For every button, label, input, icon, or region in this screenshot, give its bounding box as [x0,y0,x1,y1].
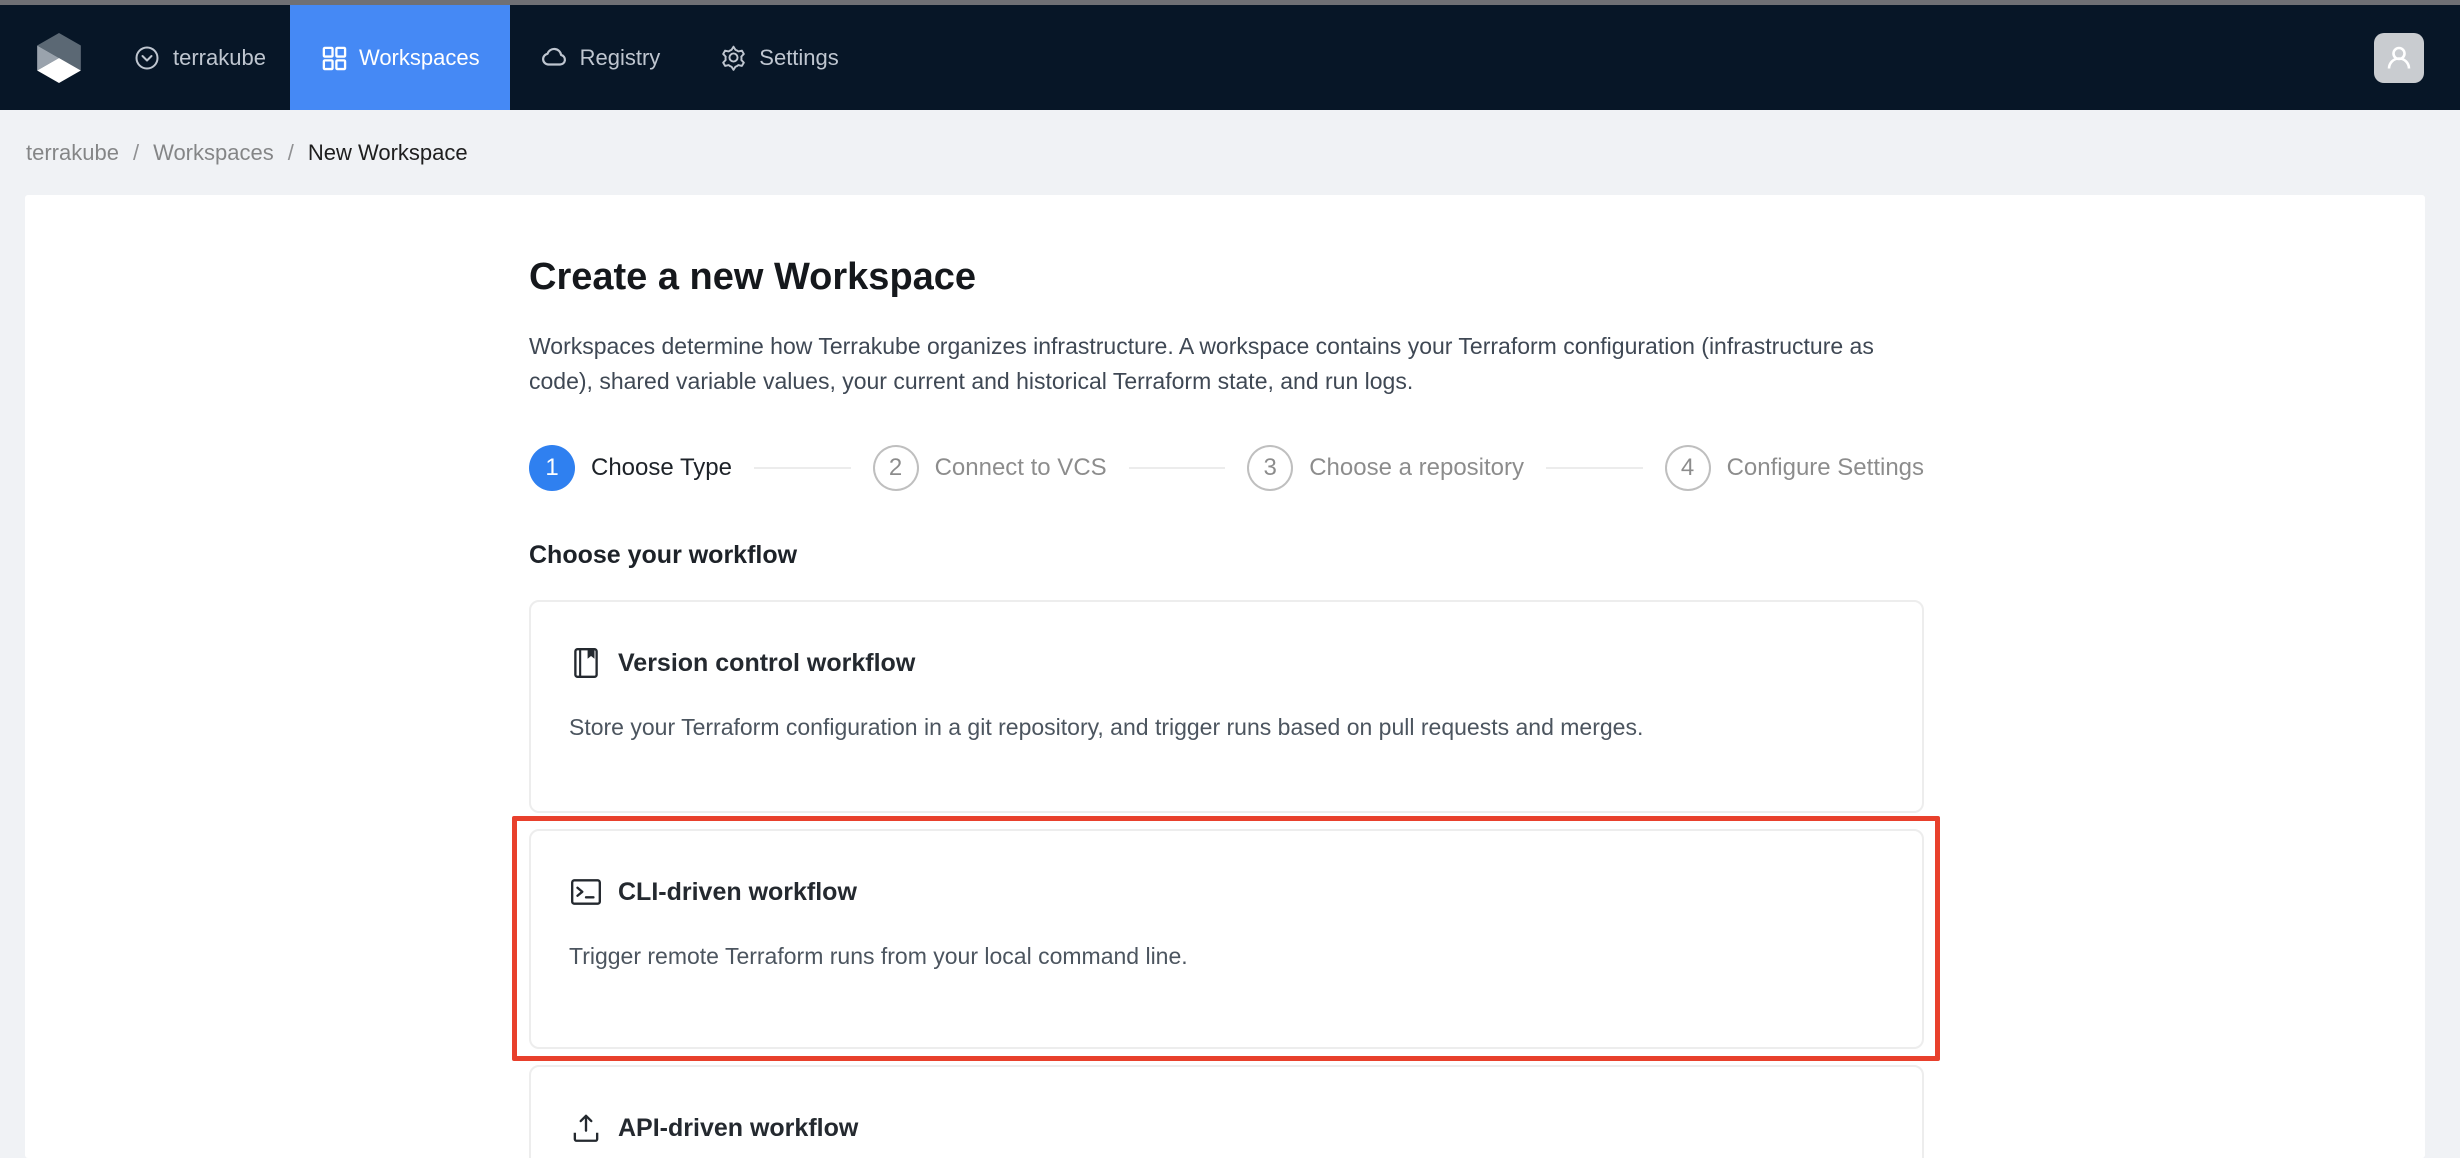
workflow-description: Trigger remote Terraform runs from your … [569,943,1188,969]
nav-org-label: terrakube [173,44,266,70]
upload-icon [573,1114,599,1142]
cube-logo-icon [37,32,81,83]
navbar-spacer [869,5,2374,110]
breadcrumb-item-workspaces[interactable]: Workspaces [153,140,274,166]
wizard-steps: 1 Choose Type 2 Connect to VCS 3 Choose … [529,445,1924,491]
workflow-section-heading: Choose your workflow [529,541,798,569]
step-connect-vcs: 2 Connect to VCS [872,445,1107,491]
nav-item-organization[interactable]: terrakube [109,5,290,110]
breadcrumb-item-current: New Workspace [307,139,468,165]
appstore-grid-icon [322,46,347,71]
workflow-title: CLI-driven workflow [618,877,857,906]
down-circle-icon [135,46,159,69]
step-1-label: Choose Type [591,454,732,481]
workflow-card-cli-driven[interactable]: CLI-driven workflow Trigger remote Terra… [529,829,1924,1049]
workflow-title: API-driven workflow [618,1113,859,1142]
nav-item-settings[interactable]: Settings [690,5,869,110]
step-choose-type: 1 Choose Type [529,445,732,491]
step-2-label: Connect to VCS [934,454,1107,481]
terrakube-logo[interactable] [33,32,85,84]
workflow-title: Version control workflow [618,648,916,677]
step-3-label: Choose a repository [1309,454,1524,481]
step-connector [1128,467,1226,469]
cloud-icon [541,47,566,66]
breadcrumb: terrakube / Workspaces / New Workspace [0,110,2460,195]
nav-workspaces-label: Workspaces [358,44,480,70]
card-title-row: API-driven workflow [569,1111,1884,1145]
step-choose-repository: 3 Choose a repository [1247,445,1524,491]
breadcrumb-separator: / [287,139,294,165]
workflow-description: Store your Terraform configuration in a … [569,714,1644,740]
nav-registry-label: Registry [579,44,661,70]
user-avatar-icon [2387,46,2411,69]
nav-menu: terrakube Workspaces Registry Settings [109,5,869,110]
step-1-indicator: 1 [529,445,575,491]
page-description: Workspaces determine how Terrakube organ… [529,333,1874,394]
step-2-indicator: 2 [872,445,919,491]
terminal-icon [571,879,601,905]
page-title: Create a new Workspace [529,256,977,298]
content-column: Create a new Workspace Workspaces determ… [512,195,1940,1158]
card-title-row: Version control workflow [569,646,1884,680]
gear-icon [722,45,746,71]
step-configure-settings: 4 Configure Settings [1664,445,1925,491]
step-3-indicator: 3 [1247,445,1294,491]
user-avatar-button[interactable] [2374,32,2424,83]
main-panel: Create a new Workspace Workspaces determ… [25,195,2425,1158]
step-4-indicator: 4 [1664,445,1711,491]
workflow-card-api-driven[interactable]: API-driven workflow [529,1065,1924,1158]
card-title-row: CLI-driven workflow [569,875,1884,909]
breadcrumb-item-organization[interactable]: terrakube [26,140,119,166]
nav-item-registry[interactable]: Registry [510,5,691,110]
nav-item-workspaces[interactable]: Workspaces [289,5,510,110]
step-4-label: Configure Settings [1726,454,1925,481]
step-connector [1546,467,1643,469]
nav-settings-label: Settings [759,44,839,70]
step-connector [754,467,851,469]
book-icon [574,648,598,678]
breadcrumb-separator: / [132,139,140,165]
top-navbar: terrakube Workspaces Registry Settings [0,5,2460,110]
workflow-card-version-control[interactable]: Version control workflow Store your Terr… [529,600,1924,813]
workflow-card-list: Version control workflow Store your Terr… [512,600,1940,1158]
